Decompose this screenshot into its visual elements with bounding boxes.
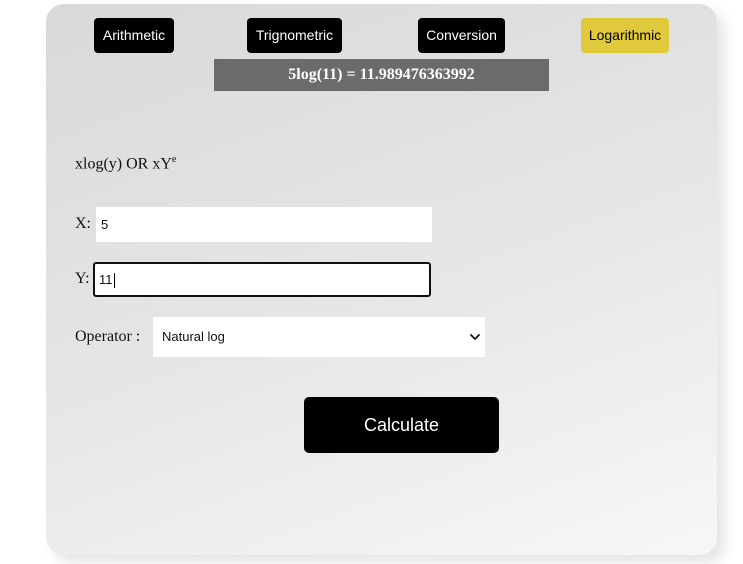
- tab-logarithmic[interactable]: Logarithmic: [581, 18, 669, 53]
- tab-trignometric[interactable]: Trignometric: [247, 18, 342, 53]
- operator-select[interactable]: Natural log: [153, 317, 485, 357]
- calculator-panel: Arithmetic Trignometric Conversion Logar…: [46, 4, 717, 555]
- result-display: 5log(11) = 11.989476363992: [214, 59, 549, 91]
- y-label: Y:: [75, 270, 90, 287]
- x-input[interactable]: 5: [96, 207, 432, 242]
- y-input[interactable]: 11: [93, 262, 431, 297]
- y-input-value: 11: [99, 272, 113, 287]
- operator-select-value: Natural log: [162, 329, 225, 344]
- calculate-button[interactable]: Calculate: [304, 397, 499, 453]
- formula-text: xlog(y) OR xY: [75, 155, 172, 173]
- operator-label: Operator :: [75, 328, 141, 345]
- formula-label: xlog(y) OR xYe: [75, 154, 176, 173]
- chevron-down-icon: [470, 334, 480, 340]
- formula-superscript: e: [171, 154, 177, 165]
- text-caret: [113, 273, 115, 289]
- x-input-value: 5: [101, 217, 109, 232]
- x-label: X:: [75, 215, 91, 232]
- tab-arithmetic[interactable]: Arithmetic: [94, 18, 174, 53]
- tab-conversion[interactable]: Conversion: [418, 18, 505, 53]
